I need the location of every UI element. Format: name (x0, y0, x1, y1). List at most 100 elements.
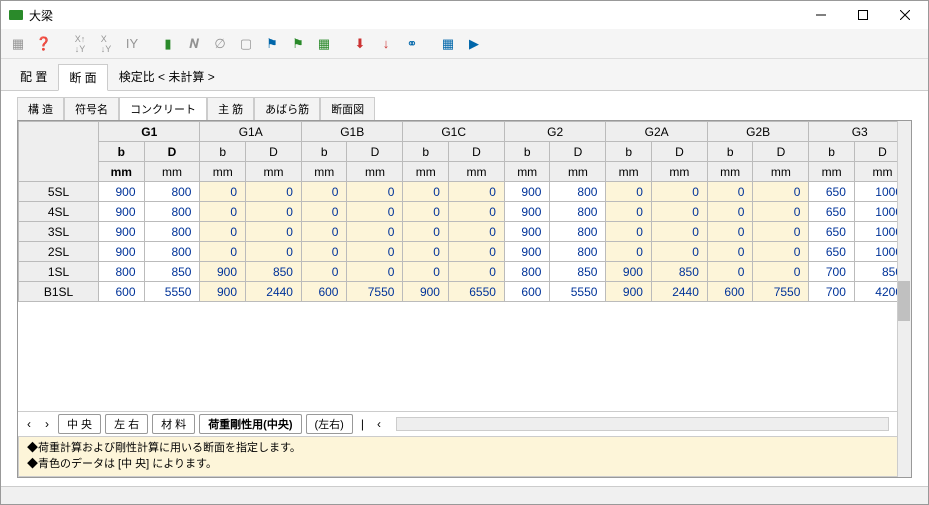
cell-d[interactable]: 800 (550, 202, 606, 222)
cell-d[interactable]: 0 (753, 222, 809, 242)
btab-center[interactable]: 中 央 (58, 414, 101, 434)
minimize-button[interactable] (800, 2, 842, 28)
cell-d[interactable]: 0 (651, 222, 707, 242)
cell-b[interactable]: 900 (99, 182, 145, 202)
btab-stiffness-center[interactable]: 荷重剛性用(中央) (199, 414, 301, 434)
cell-b[interactable]: 0 (301, 242, 347, 262)
cell-d[interactable]: 0 (753, 242, 809, 262)
tab-section[interactable]: 断 面 (58, 64, 107, 91)
cell-b[interactable]: 900 (403, 282, 449, 302)
subtab-mainbar[interactable]: 主 筋 (207, 97, 254, 120)
tool-down1-icon[interactable]: ⬇ (349, 33, 371, 55)
cell-b[interactable]: 0 (707, 242, 753, 262)
cell-b[interactable]: 0 (200, 222, 246, 242)
table-row[interactable]: 3SL90080000000090080000006501000 (19, 222, 911, 242)
tool-green1-icon[interactable]: ▮ (157, 33, 179, 55)
cell-d[interactable]: 850 (550, 262, 606, 282)
cell-b[interactable]: 0 (707, 202, 753, 222)
cell-b[interactable]: 0 (606, 222, 652, 242)
cell-b[interactable]: 0 (301, 202, 347, 222)
cell-d[interactable]: 850 (144, 262, 200, 282)
vertical-scrollbar[interactable] (897, 121, 911, 477)
cell-d[interactable]: 850 (651, 262, 707, 282)
cell-b[interactable]: 600 (301, 282, 347, 302)
cell-d[interactable]: 0 (448, 262, 504, 282)
tool-grid-icon[interactable]: ▦ (313, 33, 335, 55)
cell-b[interactable]: 0 (403, 262, 449, 282)
maximize-button[interactable] (842, 2, 884, 28)
cell-b[interactable]: 0 (606, 182, 652, 202)
cell-d[interactable]: 800 (550, 242, 606, 262)
subtab-sectionview[interactable]: 断面図 (320, 97, 375, 120)
cell-d[interactable]: 0 (347, 222, 403, 242)
cell-d[interactable]: 5550 (550, 282, 606, 302)
cell-b[interactable]: 0 (403, 222, 449, 242)
cell-b[interactable]: 900 (99, 202, 145, 222)
table-row[interactable]: 5SL90080000000090080000006501000 (19, 182, 911, 202)
tool-table2-icon[interactable]: ▶ (463, 33, 485, 55)
btab-lr[interactable]: 左 右 (105, 414, 148, 434)
cell-d[interactable]: 800 (550, 222, 606, 242)
tab-check[interactable]: 検定比 < 未計算 > (108, 63, 226, 90)
cell-d[interactable]: 0 (347, 262, 403, 282)
cell-b[interactable]: 650 (809, 182, 855, 202)
cell-b[interactable]: 800 (504, 262, 550, 282)
cell-d[interactable]: 7550 (347, 282, 403, 302)
data-table[interactable]: G1G1AG1BG1CG2G2AG2BG3bDbDbDbDbDbDbDbDmmm… (18, 121, 911, 302)
subtab-stirrup[interactable]: あばら筋 (254, 97, 320, 120)
tool-down2-icon[interactable]: ↓ (375, 33, 397, 55)
cell-b[interactable]: 900 (504, 182, 550, 202)
cell-d[interactable]: 0 (347, 242, 403, 262)
hscroll-left-icon[interactable]: ‹ (372, 417, 386, 431)
cell-b[interactable]: 700 (809, 262, 855, 282)
table-row[interactable]: 4SL90080000000090080000006501000 (19, 202, 911, 222)
cell-d[interactable]: 850 (246, 262, 302, 282)
tool-flag1-icon[interactable]: ⚑ (261, 33, 283, 55)
cell-d[interactable]: 2440 (246, 282, 302, 302)
cell-b[interactable]: 600 (504, 282, 550, 302)
cell-b[interactable]: 900 (200, 262, 246, 282)
cell-b[interactable]: 0 (707, 222, 753, 242)
cell-b[interactable]: 900 (200, 282, 246, 302)
help-icon[interactable]: ❓ (33, 33, 55, 55)
tool-table1-icon[interactable]: ▦ (437, 33, 459, 55)
btab-prev-icon[interactable]: ‹ (22, 417, 36, 431)
cell-b[interactable]: 900 (606, 262, 652, 282)
cell-b[interactable]: 0 (707, 262, 753, 282)
cell-b[interactable]: 600 (99, 282, 145, 302)
cell-d[interactable]: 0 (651, 242, 707, 262)
cell-b[interactable]: 900 (504, 202, 550, 222)
btab-next-icon[interactable]: › (40, 417, 54, 431)
cell-d[interactable]: 0 (347, 202, 403, 222)
close-button[interactable] (884, 2, 926, 28)
cell-b[interactable]: 900 (504, 242, 550, 262)
cell-d[interactable]: 0 (651, 182, 707, 202)
table-row[interactable]: 1SL800850900850000080085090085000700850 (19, 262, 911, 282)
cell-d[interactable]: 0 (448, 222, 504, 242)
cell-b[interactable]: 0 (301, 262, 347, 282)
cell-b[interactable]: 700 (809, 282, 855, 302)
cell-d[interactable]: 0 (448, 242, 504, 262)
tool-link-icon[interactable]: ⚭ (401, 33, 423, 55)
cell-b[interactable]: 0 (200, 242, 246, 262)
tab-layout[interactable]: 配 置 (9, 63, 58, 90)
cell-b[interactable]: 800 (99, 262, 145, 282)
btab-stiffness-lr[interactable]: (左右) (306, 414, 353, 434)
cell-b[interactable]: 0 (403, 242, 449, 262)
table-row[interactable]: B1SL600555090024406007550900655060055509… (19, 282, 911, 302)
subtab-symbol[interactable]: 符号名 (64, 97, 119, 120)
cell-d[interactable]: 0 (246, 222, 302, 242)
cell-d[interactable]: 0 (448, 182, 504, 202)
cell-d[interactable]: 0 (246, 202, 302, 222)
cell-d[interactable]: 0 (347, 182, 403, 202)
cell-b[interactable]: 600 (707, 282, 753, 302)
cell-d[interactable]: 5550 (144, 282, 200, 302)
cell-b[interactable]: 0 (403, 182, 449, 202)
cell-b[interactable]: 650 (809, 202, 855, 222)
cell-d[interactable]: 2440 (651, 282, 707, 302)
cell-d[interactable]: 0 (448, 202, 504, 222)
tool-flag2-icon[interactable]: ⚑ (287, 33, 309, 55)
cell-d[interactable]: 0 (753, 182, 809, 202)
subtab-structure[interactable]: 構 造 (17, 97, 64, 120)
cell-d[interactable]: 0 (753, 202, 809, 222)
